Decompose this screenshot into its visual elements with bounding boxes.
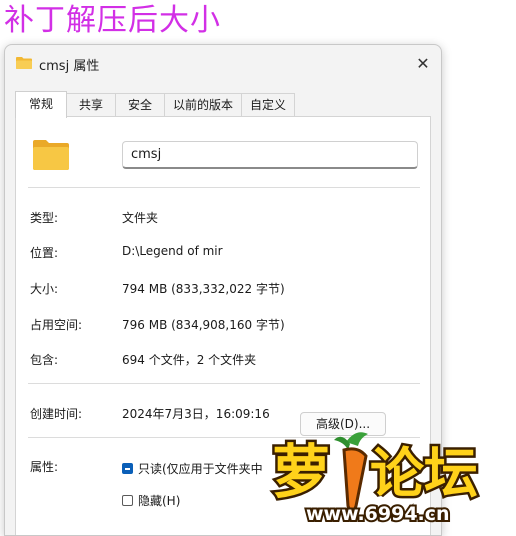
title-bar[interactable]: cmsj 属性 ✕ <box>5 45 441 81</box>
contains-value: 694 个文件，2 个文件夹 <box>122 353 257 367</box>
size-label: 大小: <box>30 282 59 296</box>
watermark-url: www.6994.cn <box>306 503 450 525</box>
folder-name-input[interactable] <box>122 141 418 169</box>
caption-heading: 补丁解压后大小 <box>4 3 221 38</box>
location-label: 位置: <box>30 246 59 260</box>
svg-text:论坛: 论坛 <box>370 442 478 505</box>
contains-label: 包含: <box>30 353 59 367</box>
close-button[interactable]: ✕ <box>405 45 441 81</box>
readonly-checkbox[interactable]: 只读(仅应用于文件夹中 <box>122 460 263 477</box>
hidden-label: 隐藏(H) <box>138 494 181 508</box>
folder-icon <box>16 57 32 69</box>
close-icon: ✕ <box>416 53 430 73</box>
disk-size-value: 796 MB (834,908,160 字节) <box>122 318 285 332</box>
tab-general[interactable]: 常规 <box>15 91 67 118</box>
created-value: 2024年7月3日，16:09:16 <box>122 407 270 421</box>
type-label: 类型: <box>30 211 59 225</box>
tab-sharing[interactable]: 共享 <box>66 93 116 116</box>
watermark-logo: 萝 论坛 www.6994.cn <box>270 432 481 527</box>
tab-security[interactable]: 安全 <box>115 93 165 116</box>
attributes-label: 属性: <box>30 460 59 474</box>
readonly-label: 只读(仅应用于文件夹中 <box>138 462 263 476</box>
tab-previous-versions[interactable]: 以前的版本 <box>164 93 242 116</box>
hidden-checkbox[interactable]: 隐藏(H) <box>122 492 180 509</box>
created-label: 创建时间: <box>30 407 83 421</box>
type-value: 文件夹 <box>122 211 159 225</box>
disk-size-label: 占用空间: <box>30 318 83 332</box>
carrot-icon <box>334 432 368 513</box>
window-title: cmsj 属性 <box>39 59 100 74</box>
divider <box>28 187 420 188</box>
tab-customize[interactable]: 自定义 <box>241 93 295 116</box>
checkbox-unchecked-icon <box>122 495 133 506</box>
size-value: 794 MB (833,332,022 字节) <box>122 282 285 296</box>
svg-text:萝: 萝 <box>272 438 330 506</box>
checkbox-indeterminate-icon <box>122 463 133 474</box>
folder-icon <box>33 140 69 170</box>
tab-bar: 常规 共享 安全 以前的版本 自定义 <box>15 91 431 118</box>
divider <box>28 383 420 384</box>
location-value: D:\Legend of mir <box>122 244 223 258</box>
